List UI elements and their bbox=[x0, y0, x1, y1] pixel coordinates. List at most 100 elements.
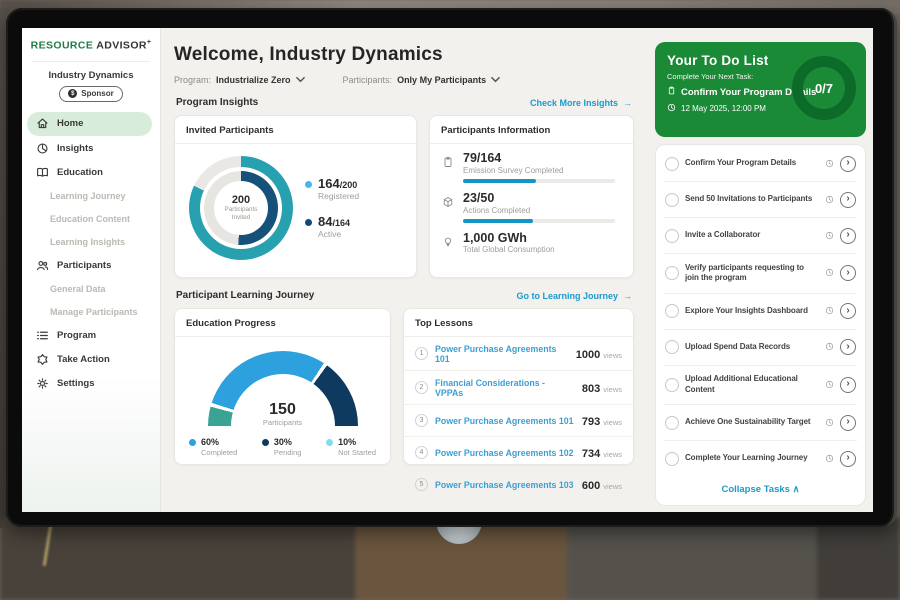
sidebar-item-home[interactable]: Home bbox=[27, 112, 152, 136]
task-chevron-button[interactable]: › bbox=[840, 228, 856, 244]
consumption-stat: 1,000 GWh Total Global Consumption bbox=[442, 232, 621, 259]
clock-icon bbox=[825, 376, 834, 394]
chevron-down-icon bbox=[296, 75, 305, 85]
clock-icon bbox=[667, 103, 676, 114]
legend-registered: 164/200 Registered bbox=[305, 177, 359, 201]
task-chevron-button[interactable]: › bbox=[840, 377, 856, 393]
task-row: Invite a Collaborator › bbox=[664, 217, 857, 253]
task-checkbox[interactable] bbox=[665, 416, 679, 430]
filter-bar: Program: Industrialize Zero Participants… bbox=[174, 75, 634, 85]
org-name: Industry Dynamics bbox=[22, 70, 160, 81]
clock-icon bbox=[825, 155, 834, 173]
dashboard-screen: RESOURCE ADVISOR+ Industry Dynamics $ Sp… bbox=[22, 28, 873, 512]
task-row: Achieve One Sustainability Target › bbox=[664, 404, 857, 440]
lesson-link[interactable]: Power Purchase Agreements 102 bbox=[435, 448, 575, 458]
task-row: Complete Your Learning Journey › bbox=[664, 440, 857, 476]
sidebar-item-settings[interactable]: Settings bbox=[22, 372, 160, 396]
task-row: Send 50 Invitations to Participants › bbox=[664, 181, 857, 217]
lesson-row: 4 Power Purchase Agreements 102 734views bbox=[404, 437, 633, 469]
todo-hero-card: Your To Do List Complete Your Next Task:… bbox=[655, 42, 866, 137]
clock-icon bbox=[825, 264, 834, 282]
lesson-link[interactable]: Power Purchase Agreements 101 bbox=[435, 416, 575, 426]
task-checkbox[interactable] bbox=[665, 304, 679, 318]
rank-badge: 3 bbox=[415, 414, 428, 427]
sidebar-item-education[interactable]: Education bbox=[22, 161, 160, 185]
participants-information-card: Participants Information 79/164 Emission… bbox=[429, 115, 634, 278]
collapse-caret-icon: ∧ bbox=[793, 484, 800, 495]
sidebar-item-general-data[interactable]: General Data bbox=[22, 278, 160, 301]
take-action-icon bbox=[35, 353, 49, 367]
sidebar-item-participants[interactable]: Participants bbox=[22, 254, 160, 278]
learning-journey-header: Participant Learning Journey Go to Learn… bbox=[176, 290, 632, 301]
task-chevron-button[interactable]: › bbox=[840, 339, 856, 355]
task-checkbox[interactable] bbox=[665, 157, 679, 171]
top-lessons-card: Top Lessons 1 Power Purchase Agreements … bbox=[403, 308, 634, 465]
clipboard-icon bbox=[667, 86, 676, 98]
sidebar-item-manage-participants[interactable]: Manage Participants bbox=[22, 301, 160, 324]
logo-resource: RESOURCE bbox=[31, 40, 94, 52]
clipboard-icon bbox=[442, 152, 455, 183]
donut-legend: 164/200 Registered 84/164 Active bbox=[305, 177, 359, 240]
task-checkbox[interactable] bbox=[665, 452, 679, 466]
task-checkbox[interactable] bbox=[665, 229, 679, 243]
active-dot-icon bbox=[305, 219, 312, 226]
lesson-link[interactable]: Power Purchase Agreements 103 bbox=[435, 480, 575, 490]
check-more-insights-link[interactable]: Check More Insights → bbox=[530, 98, 632, 108]
clock-icon bbox=[825, 302, 834, 320]
legend-active: 84/164 Active bbox=[305, 215, 359, 239]
task-chevron-button[interactable]: › bbox=[840, 415, 856, 431]
info-card-title: Participants Information bbox=[430, 116, 633, 144]
rank-badge: 4 bbox=[415, 446, 428, 459]
task-chevron-button[interactable]: › bbox=[840, 451, 856, 467]
lesson-link[interactable]: Power Purchase Agreements 101 bbox=[435, 344, 569, 364]
education-card-title: Education Progress bbox=[175, 309, 390, 337]
lesson-link[interactable]: Financial Considerations - VPPAs bbox=[435, 378, 575, 398]
sidebar-item-education-content[interactable]: Education Content bbox=[22, 208, 160, 231]
gauge-center-label: Participants bbox=[208, 418, 358, 427]
todo-progress-ring: 0/7 bbox=[792, 56, 856, 120]
task-checkbox[interactable] bbox=[665, 266, 679, 280]
task-checkbox[interactable] bbox=[665, 378, 679, 392]
todo-panel: Your To Do List Complete Your Next Task:… bbox=[646, 28, 873, 512]
arrow-right-icon: → bbox=[623, 98, 632, 108]
sidebar-item-learning-journey[interactable]: Learning Journey bbox=[22, 185, 160, 208]
program-insights-title: Program Insights bbox=[176, 97, 258, 108]
task-row: Verify participants requesting to join t… bbox=[664, 253, 857, 293]
participants-filter-dropdown[interactable]: Participants: Only My Participants bbox=[343, 75, 501, 85]
brand-logo[interactable]: RESOURCE ADVISOR+ bbox=[22, 39, 160, 52]
task-chevron-button[interactable]: › bbox=[840, 192, 856, 208]
not-started-dot-icon bbox=[326, 439, 333, 446]
lesson-row: 1 Power Purchase Agreements 101 1000view… bbox=[404, 337, 633, 371]
go-to-learning-journey-link[interactable]: Go to Learning Journey → bbox=[516, 291, 632, 301]
task-checkbox[interactable] bbox=[665, 340, 679, 354]
sidebar-item-insights[interactable]: Insights bbox=[22, 137, 160, 161]
task-chevron-button[interactable]: › bbox=[840, 303, 856, 319]
donut-center-label: Participants Invited bbox=[220, 206, 262, 222]
gauge-legend: 60% Completed 30% Pending bbox=[175, 427, 390, 457]
arrow-right-icon: → bbox=[623, 291, 632, 301]
task-chevron-button[interactable]: › bbox=[840, 265, 856, 281]
divider bbox=[32, 61, 150, 62]
clock-icon bbox=[825, 191, 834, 209]
donut-center-value: 200 bbox=[232, 194, 250, 206]
cube-icon bbox=[442, 192, 455, 223]
pending-dot-icon bbox=[262, 439, 269, 446]
lessons-card-title: Top Lessons bbox=[404, 309, 633, 337]
sidebar: RESOURCE ADVISOR+ Industry Dynamics $ Sp… bbox=[22, 28, 161, 512]
collapse-tasks-link[interactable]: Collapse Tasks ∧ bbox=[664, 476, 857, 504]
task-row: Confirm Your Program Details › bbox=[664, 146, 857, 181]
program-insights-header: Program Insights Check More Insights → bbox=[176, 97, 632, 108]
logo-plus: + bbox=[147, 39, 152, 46]
sidebar-item-take-action[interactable]: Take Action bbox=[22, 348, 160, 372]
emission-survey-stat: 79/164 Emission Survey Completed bbox=[442, 152, 621, 183]
task-checkbox[interactable] bbox=[665, 193, 679, 207]
sidebar-item-learning-insights[interactable]: Learning Insights bbox=[22, 231, 160, 254]
task-row: Upload Spend Data Records › bbox=[664, 329, 857, 365]
sidebar-item-program[interactable]: Program bbox=[22, 324, 160, 348]
education-progress-card: Education Progress 150 Participants bbox=[174, 308, 391, 465]
actions-completed-stat: 23/50 Actions Completed bbox=[442, 192, 621, 223]
task-row: Upload Additional Educational Content › bbox=[664, 365, 857, 405]
rank-badge: 1 bbox=[415, 347, 428, 360]
task-chevron-button[interactable]: › bbox=[840, 156, 856, 172]
program-filter-dropdown[interactable]: Program: Industrialize Zero bbox=[174, 75, 305, 85]
